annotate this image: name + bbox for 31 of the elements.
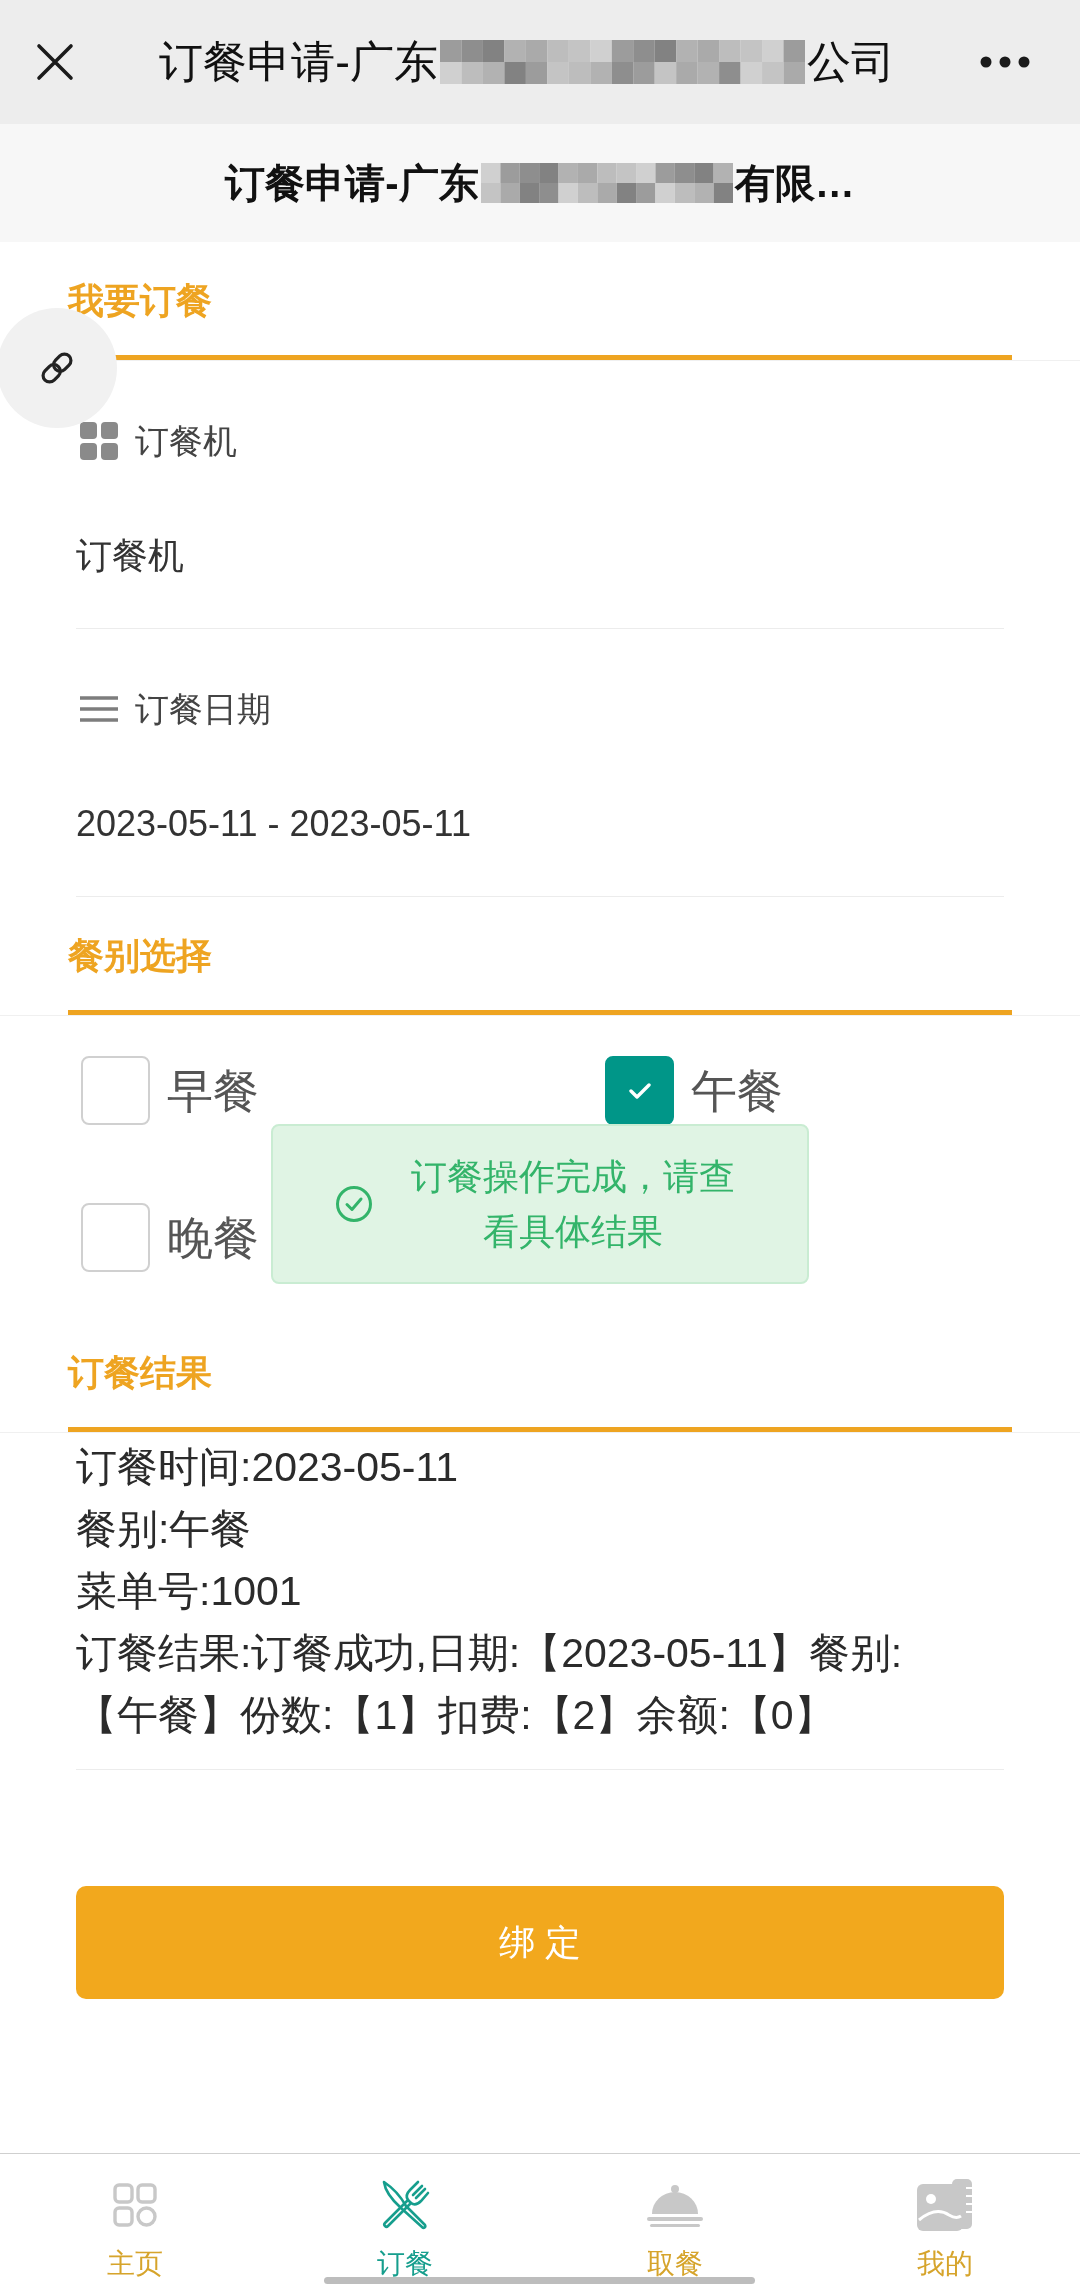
grid-icon [79, 421, 119, 461]
checkbox[interactable] [605, 1056, 674, 1125]
window-title: 订餐申请-广东 [159, 36, 438, 88]
checkbox-label[interactable]: 午餐 [691, 1062, 783, 1119]
result-text: 订餐时间:2023-05-11 [76, 1443, 460, 1492]
checkbox[interactable] [81, 1203, 150, 1272]
section-title: 订餐结果 [68, 1351, 212, 1394]
fork-and-knife-icon [380, 2180, 430, 2230]
check-icon [628, 1081, 651, 1100]
page-title-suffix: 有限… [734, 160, 855, 207]
checkbox-label[interactable]: 晚餐 [167, 1209, 259, 1266]
field-value[interactable]: 2023-05-11 - 2023-05-11 [76, 802, 471, 846]
toast-text: 订餐操作完成，请查看具体结果 [410, 1155, 736, 1254]
field-label: 订餐日期 [135, 689, 271, 730]
result-text: 菜单号:1001 [76, 1567, 303, 1616]
grid-icon [113, 2183, 157, 2227]
checkbox-label[interactable]: 早餐 [167, 1062, 259, 1119]
more-icon[interactable] [980, 56, 1030, 68]
checkbox[interactable] [81, 1056, 150, 1125]
result-text: 订餐结果:订餐成功,日期:【2023-05-11】餐别:【午餐】份数:【1】扣费:【2】余额:【0】 [76, 1629, 904, 1740]
section-title: 餐别选择 [68, 934, 212, 977]
page-title: 订餐申请-广东 [225, 160, 479, 207]
field-label: 订餐机 [135, 421, 237, 462]
menu-lines-icon [79, 695, 119, 723]
photo-album-icon [916, 2178, 974, 2232]
close-icon[interactable] [36, 43, 74, 81]
cloche-icon [646, 2183, 704, 2227]
field-value[interactable]: 订餐机 [76, 534, 184, 578]
result-text: 餐别:午餐 [76, 1505, 253, 1554]
window-title-suffix: 公司 [806, 36, 895, 88]
check-circle-icon [335, 1185, 373, 1223]
